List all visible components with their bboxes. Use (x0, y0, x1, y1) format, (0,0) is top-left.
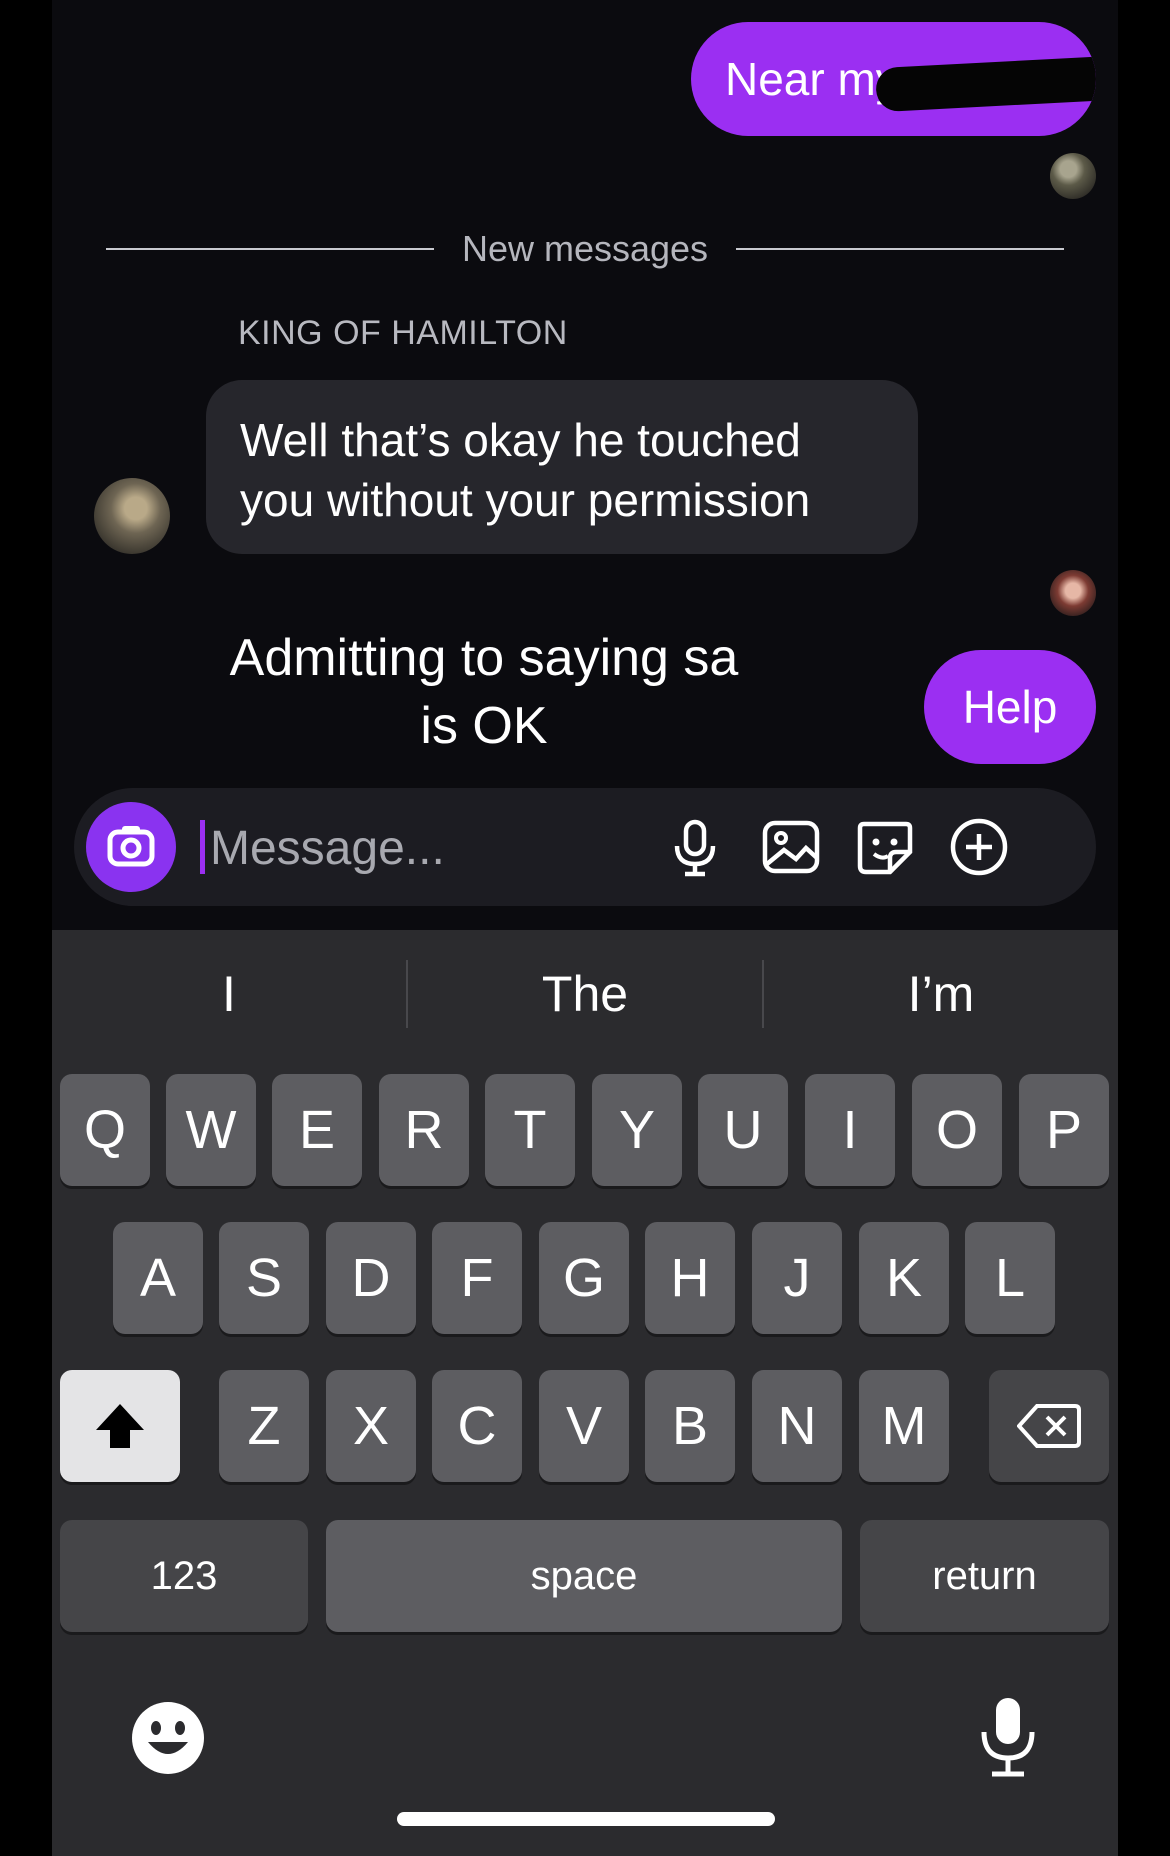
return-key[interactable]: return (860, 1520, 1109, 1632)
microphone-icon[interactable] (660, 812, 730, 882)
sender-name: KING OF HAMILTON (238, 314, 568, 352)
key-r[interactable]: R (379, 1074, 469, 1186)
key-o[interactable]: O (912, 1074, 1002, 1186)
keyboard: I The I’m Q W E R T Y U I O P A S D F G … (52, 930, 1118, 1856)
key-t[interactable]: T (485, 1074, 575, 1186)
suggestion-2[interactable]: The (408, 965, 762, 1023)
overlay-caption: Admitting to saying sa is OK (229, 629, 739, 755)
key-j[interactable]: J (752, 1222, 842, 1334)
divider-line (106, 248, 434, 250)
space-key[interactable]: space (326, 1520, 842, 1632)
sticker-icon[interactable] (850, 812, 920, 882)
key-d[interactable]: D (326, 1222, 416, 1334)
divider-line (736, 248, 1064, 250)
key-b[interactable]: B (645, 1370, 735, 1482)
incoming-message-text: Well that’s okay he touched you without … (240, 414, 811, 526)
key-z[interactable]: Z (219, 1370, 309, 1482)
key-m[interactable]: M (859, 1370, 949, 1482)
key-v[interactable]: V (539, 1370, 629, 1482)
gallery-icon[interactable] (756, 812, 826, 882)
key-a[interactable]: A (113, 1222, 203, 1334)
plus-circle-icon[interactable] (944, 812, 1014, 882)
key-u[interactable]: U (698, 1074, 788, 1186)
suggestion-3[interactable]: I’m (764, 965, 1118, 1023)
text-caret (200, 820, 205, 874)
backspace-icon (1016, 1404, 1081, 1448)
key-l[interactable]: L (965, 1222, 1055, 1334)
new-messages-divider: New messages (106, 224, 1064, 274)
numbers-key[interactable]: 123 (60, 1520, 308, 1632)
key-g[interactable]: G (539, 1222, 629, 1334)
outgoing-reply-text: Help (962, 681, 1058, 733)
key-x[interactable]: X (326, 1370, 416, 1482)
key-k[interactable]: K (859, 1222, 949, 1334)
read-receipt-avatar (1050, 153, 1096, 199)
redaction-mark (875, 55, 1096, 113)
backspace-key[interactable] (989, 1370, 1109, 1482)
dictation-icon[interactable] (970, 1692, 1046, 1782)
predictive-bar: I The I’m (52, 940, 1118, 1048)
chat-screen: Near my New messages KING OF HAMILTON We… (52, 0, 1118, 1856)
key-n[interactable]: N (752, 1370, 842, 1482)
key-s[interactable]: S (219, 1222, 309, 1334)
outgoing-message-bubble[interactable]: Near my (691, 22, 1096, 136)
message-input[interactable] (208, 812, 612, 884)
shift-icon (96, 1404, 144, 1448)
seen-by-avatar (1050, 570, 1096, 616)
sender-avatar[interactable] (94, 478, 170, 554)
key-f[interactable]: F (432, 1222, 522, 1334)
key-e[interactable]: E (272, 1074, 362, 1186)
key-i[interactable]: I (805, 1074, 895, 1186)
key-w[interactable]: W (166, 1074, 256, 1186)
home-indicator[interactable] (397, 1812, 775, 1826)
emoji-icon[interactable] (128, 1698, 208, 1778)
key-h[interactable]: H (645, 1222, 735, 1334)
shift-key[interactable] (60, 1370, 180, 1482)
key-p[interactable]: P (1019, 1074, 1109, 1186)
suggestion-1[interactable]: I (52, 965, 406, 1023)
divider-label: New messages (461, 228, 709, 269)
key-q[interactable]: Q (60, 1074, 150, 1186)
outgoing-reply-bubble[interactable]: Help (924, 650, 1096, 764)
message-composer (74, 788, 1096, 906)
key-y[interactable]: Y (592, 1074, 682, 1186)
key-c[interactable]: C (432, 1370, 522, 1482)
camera-button[interactable] (86, 802, 176, 892)
outgoing-message-text: Near my (725, 53, 899, 105)
camera-icon (107, 826, 155, 867)
incoming-message-bubble[interactable]: Well that’s okay he touched you without … (206, 380, 918, 554)
